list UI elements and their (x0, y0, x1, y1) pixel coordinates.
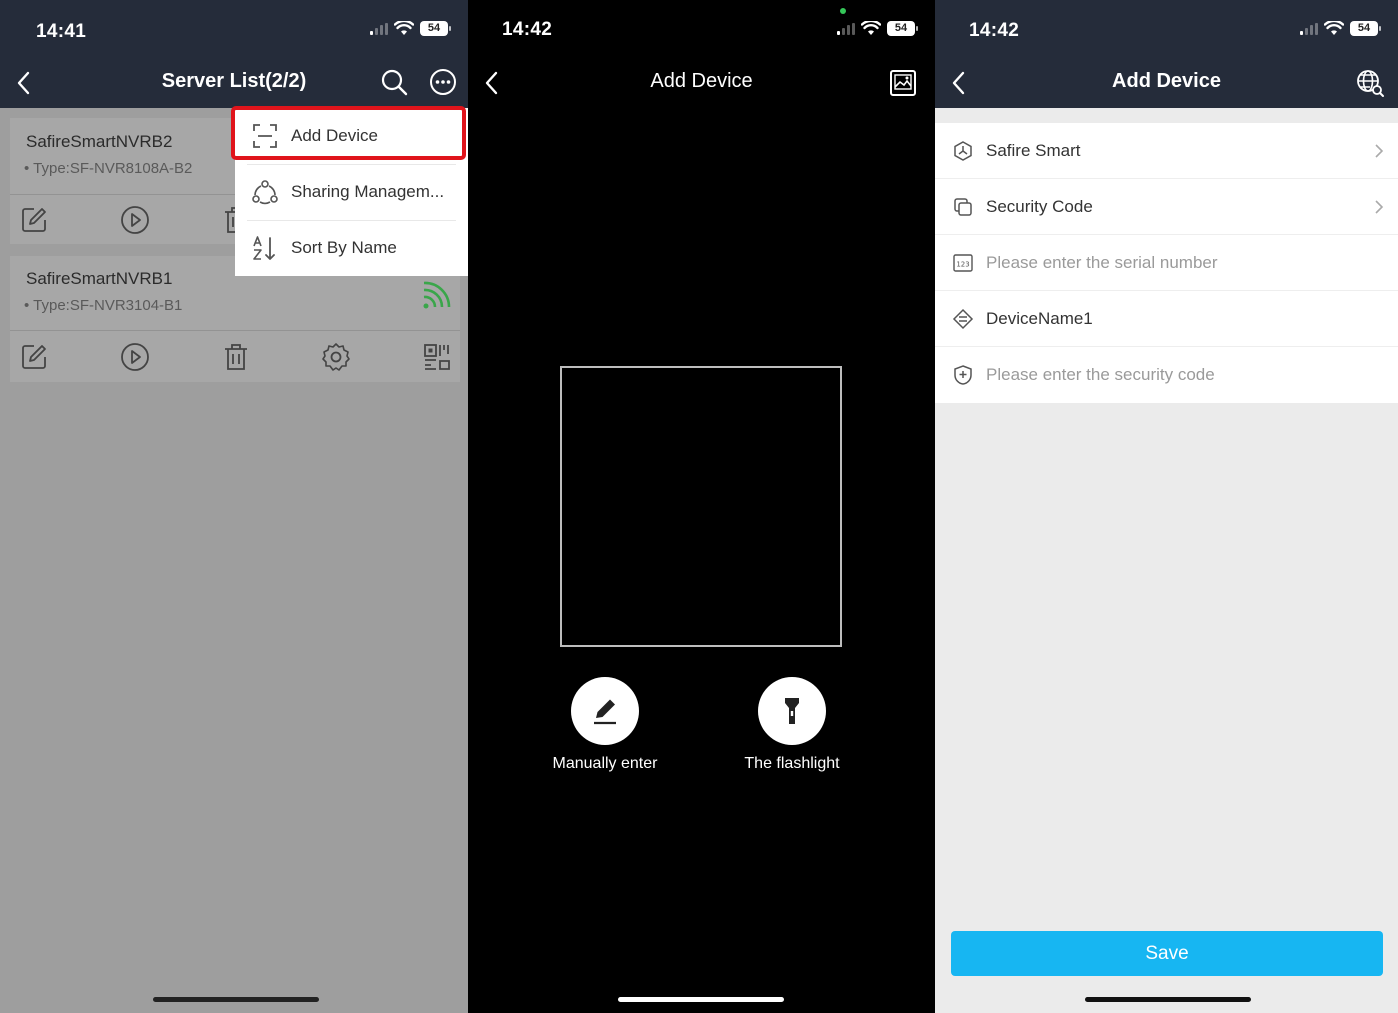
more-options-icon[interactable] (427, 66, 459, 98)
device-name-field[interactable]: DeviceName1 (935, 291, 1398, 347)
sort-alpha-icon (253, 236, 275, 260)
serial-number-field[interactable]: 123 Please enter the serial number (935, 235, 1398, 291)
cellular-signal-icon (837, 22, 855, 35)
device-name-value: DeviceName1 (986, 308, 1093, 328)
security-code-placeholder: Please enter the security code (986, 365, 1215, 384)
home-indicator (618, 997, 784, 1002)
device-form: Safire Smart Security Code 123 Please en… (935, 123, 1398, 403)
privacy-dot (840, 8, 846, 14)
server-list-screen: 14:41 54 Server List(2/2) SafireSmartNVR… (0, 0, 468, 1013)
battery-icon: 54 (420, 21, 451, 36)
settings-gear-icon[interactable] (320, 341, 352, 373)
home-indicator (153, 997, 319, 1002)
manual-entry-label: Manually enter (552, 755, 658, 772)
brand-value: Safire Smart (986, 140, 1081, 160)
page-title: Add Device (1112, 70, 1221, 92)
navigation-bar: Add Device (935, 58, 1398, 108)
highlight-box (231, 106, 466, 160)
menu-item-label: Sharing Managem... (291, 182, 445, 201)
divider (10, 330, 460, 331)
status-time: 14:42 (969, 20, 1020, 41)
status-bar: 14:41 54 (0, 0, 468, 58)
serial-number-icon: 123 (953, 253, 973, 272)
wifi-icon (861, 21, 881, 35)
menu-item-sharing-management[interactable]: Sharing Managem... (235, 164, 468, 220)
flashlight-button[interactable] (758, 677, 826, 745)
device-type: • Type:SF-NVR8108A-B2 (24, 160, 193, 177)
brand-logo-icon (954, 140, 972, 161)
device-name: SafireSmartNVRB2 (26, 132, 173, 151)
share-icon (252, 180, 278, 205)
edit-icon[interactable] (18, 204, 50, 236)
home-indicator (1085, 997, 1251, 1002)
device-name-icon (952, 308, 974, 329)
play-icon[interactable] (119, 204, 151, 236)
wifi-icon (394, 21, 414, 35)
status-time: 14:41 (36, 21, 87, 42)
chevron-right-icon (1375, 144, 1384, 158)
brand-selector-row[interactable]: Safire Smart (935, 123, 1398, 179)
serial-number-placeholder: Please enter the serial number (986, 252, 1218, 272)
flashlight-label: The flashlight (744, 755, 840, 772)
status-icons: 54 (837, 21, 918, 36)
edit-icon[interactable] (18, 341, 50, 373)
save-button[interactable]: Save (951, 931, 1383, 976)
menu-item-label: Sort By Name (291, 238, 397, 257)
flashlight-icon (785, 698, 799, 724)
play-icon[interactable] (119, 341, 151, 373)
shield-plus-icon (954, 365, 972, 385)
svg-text:123: 123 (956, 260, 969, 268)
add-device-form-screen: 14:42 54 Add Device Safire Smart Securit… (935, 0, 1398, 1013)
security-code-field[interactable]: Please enter the security code (935, 347, 1398, 403)
globe-search-icon[interactable] (1355, 68, 1385, 98)
device-type: • Type:SF-NVR3104-B1 (24, 297, 183, 314)
qr-code-icon[interactable] (421, 341, 453, 373)
battery-icon: 54 (887, 21, 918, 36)
status-icons: 54 (1300, 21, 1381, 36)
status-time: 14:42 (502, 19, 553, 40)
delete-icon[interactable] (220, 341, 252, 373)
security-code-label: Security Code (986, 196, 1093, 216)
menu-item-sort-by-name[interactable]: Sort By Name (235, 220, 468, 276)
copy-layers-icon (954, 197, 972, 216)
navigation-bar: Server List(2/2) (0, 58, 468, 108)
page-title: Add Device (650, 70, 753, 92)
battery-icon: 54 (1350, 21, 1381, 36)
device-name: SafireSmartNVRB1 (26, 269, 173, 288)
cellular-signal-icon (1300, 22, 1318, 35)
gallery-image-icon[interactable] (888, 68, 918, 98)
chevron-right-icon (1375, 200, 1384, 214)
wifi-icon (1324, 21, 1344, 35)
status-bar: 14:42 54 (935, 0, 1398, 58)
cellular-signal-icon (370, 22, 388, 35)
security-code-row[interactable]: Security Code (935, 179, 1398, 235)
status-icons: 54 (370, 21, 451, 36)
scan-qr-screen: 14:42 54 Add Device Manually enter The f… (468, 0, 935, 1013)
navigation-bar: Add Device (468, 58, 935, 108)
search-icon[interactable] (378, 66, 410, 98)
manual-entry-button[interactable] (571, 677, 639, 745)
qr-scan-frame (560, 366, 842, 647)
pencil-icon (594, 699, 616, 725)
status-bar: 14:42 54 (468, 0, 935, 58)
online-signal-icon (423, 281, 451, 309)
